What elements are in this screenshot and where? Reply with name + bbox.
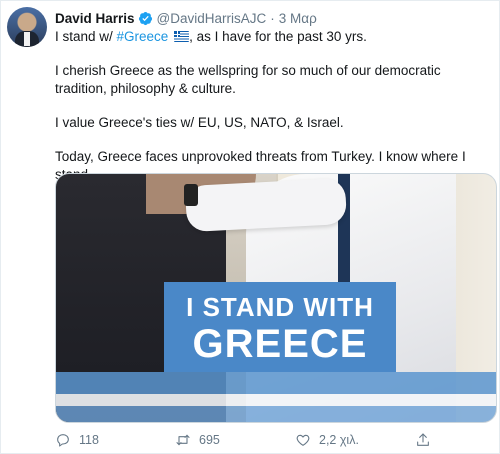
- tweet-paragraph-3: I value Greece's ties w/ EU, US, NATO, &…: [55, 115, 344, 130]
- reply-button[interactable]: 118: [55, 432, 175, 448]
- separator-dot: ·: [270, 10, 275, 26]
- like-count: 2,2 χιλ.: [319, 433, 359, 447]
- verified-badge-icon: [138, 11, 152, 25]
- retweet-button[interactable]: 695: [175, 432, 295, 448]
- stand-with-greece-banner: I STAND WITH GREECE: [164, 282, 396, 372]
- retweet-icon: [176, 434, 190, 446]
- flag-band-blue-lower: [56, 406, 496, 422]
- wristwatch: [184, 184, 198, 206]
- reply-count: 118: [79, 433, 99, 447]
- banner-line-1: I STAND WITH: [186, 292, 374, 322]
- flag-band-white: [56, 394, 496, 406]
- share-button[interactable]: [415, 432, 455, 448]
- avatar[interactable]: [7, 7, 47, 47]
- avatar-shirt: [24, 32, 30, 46]
- tweet-paragraph-2: I cherish Greece as the wellspring for s…: [55, 63, 441, 96]
- hashtag-greece[interactable]: #Greece: [117, 29, 169, 44]
- tweet-actions: 118 695 2,2 χιλ.: [55, 431, 475, 449]
- tweet-timestamp[interactable]: 3 Μαρ: [279, 11, 317, 26]
- reply-icon: [57, 434, 69, 447]
- flag-band-blue: [56, 372, 496, 394]
- tweet-media-image[interactable]: I STAND WITH GREECE: [55, 173, 497, 423]
- greek-flag-icon: [174, 31, 190, 42]
- share-icon: [417, 433, 429, 446]
- display-name[interactable]: David Harris: [55, 11, 135, 26]
- tweet-card[interactable]: David Harris @DavidHarrisAJC · 3 Μαρ I s…: [0, 0, 500, 454]
- like-button[interactable]: 2,2 χιλ.: [295, 432, 415, 448]
- shirt-arm: [184, 177, 348, 233]
- tweet-header: David Harris @DavidHarrisAJC · 3 Μαρ: [55, 8, 317, 28]
- line1-prefix: I stand w/: [55, 29, 117, 44]
- like-icon: [296, 434, 310, 446]
- line1-suffix: , as I have for the past 30 yrs.: [189, 29, 367, 44]
- tweet-paragraph-1: I stand w/ #Greece , as I have for the p…: [55, 28, 495, 46]
- retweet-count: 695: [199, 433, 220, 447]
- banner-line-2: GREECE: [192, 322, 368, 366]
- user-handle[interactable]: @DavidHarrisAJC: [157, 11, 267, 26]
